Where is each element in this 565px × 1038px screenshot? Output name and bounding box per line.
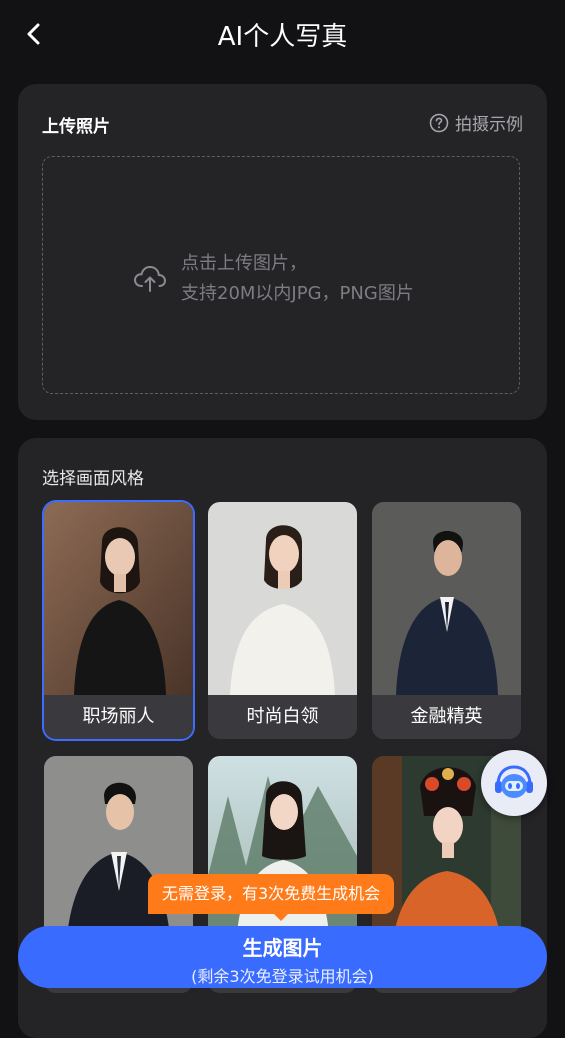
upload-card: 上传照片 拍摄示例 点击上传图片， 支持20M以内JPG，PNG图片	[18, 84, 547, 420]
style-option-label: 金融精英	[372, 695, 521, 739]
dropzone-hint-line1: 点击上传图片，	[181, 253, 307, 274]
style-option-label: 职场丽人	[44, 695, 193, 739]
dropzone-hint-line2: 支持20M以内JPG，PNG图片	[181, 283, 414, 304]
photo-example-label: 拍摄示例	[455, 115, 523, 135]
portrait-man-navy-suit-image	[372, 502, 521, 695]
page-title: AI个人写真	[217, 22, 348, 52]
portrait-woman-black-suit-image	[44, 502, 193, 695]
style-section-title: 选择画面风格	[42, 469, 144, 489]
top-bar: AI个人写真	[0, 0, 565, 68]
help-circle-icon	[429, 113, 449, 132]
photo-upload-dropzone[interactable]: 点击上传图片， 支持20M以内JPG，PNG图片	[42, 156, 520, 394]
style-option-fashion-white-collar[interactable]: 时尚白领	[208, 502, 357, 739]
dropzone-content: 点击上传图片， 支持20M以内JPG，PNG图片	[133, 249, 414, 309]
style-option-office-lady[interactable]: 职场丽人	[44, 502, 193, 739]
ai-assistant-button[interactable]	[481, 750, 547, 816]
generate-remaining-trials: (剩余3次免登录试用机会)	[191, 967, 374, 986]
free-trial-promo-tip: 无需登录，有3次免费生成机会	[148, 874, 395, 921]
portrait-woman-white-sweater-image	[208, 502, 357, 695]
style-option-label: 时尚白领	[208, 695, 357, 739]
generate-button-label: 生成图片	[242, 936, 323, 960]
robot-headset-icon	[495, 765, 533, 798]
upload-section-title: 上传照片	[42, 117, 110, 137]
photo-example-link[interactable]: 拍摄示例	[429, 110, 523, 135]
dropzone-hint: 点击上传图片， 支持20M以内JPG，PNG图片	[181, 249, 414, 309]
portrait-man-dark-suit-image	[44, 756, 193, 949]
cloud-upload-icon	[133, 265, 167, 292]
generate-button[interactable]: 生成图片 (剩余3次免登录试用机会)	[18, 926, 547, 988]
style-option-finance-elite[interactable]: 金融精英	[372, 502, 521, 739]
